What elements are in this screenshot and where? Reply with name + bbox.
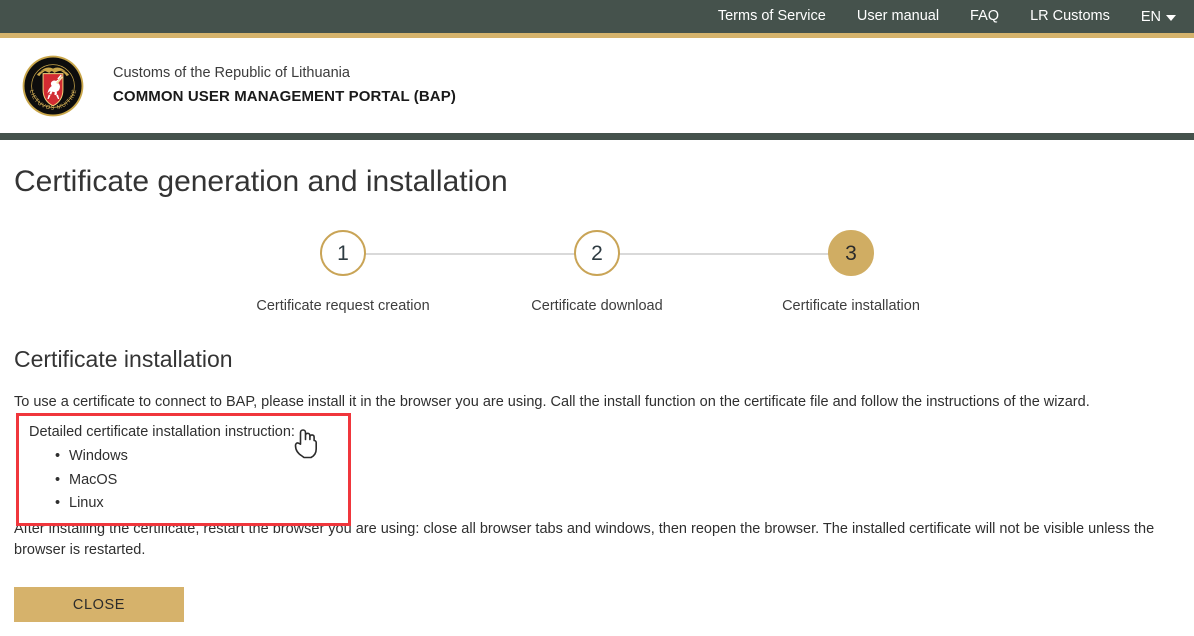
- stepper-label-2: Certificate download: [531, 298, 663, 314]
- header-bottom-rule: [0, 133, 1194, 140]
- section-heading: Certificate installation: [14, 346, 233, 372]
- main-content: Certificate generation and installation …: [0, 164, 1194, 623]
- instruction-box-wrapper: Detailed certificate installation instru…: [14, 413, 1180, 527]
- faq-link[interactable]: FAQ: [970, 9, 999, 24]
- stepper-step-1[interactable]: 1 Certificate request creation: [216, 230, 597, 314]
- stepper-label-1: Certificate request creation: [256, 298, 430, 314]
- instruction-intro: Detailed certificate installation instru…: [29, 424, 295, 441]
- user-manual-link[interactable]: User manual: [857, 9, 939, 24]
- lithuanian-customs-emblem-icon: LIETUVOS MUITINĖ: [22, 55, 84, 117]
- stepper-circle-3: 3: [828, 230, 874, 276]
- list-item[interactable]: MacOS: [55, 469, 338, 493]
- chevron-down-icon: [1166, 14, 1176, 21]
- list-item[interactable]: Linux: [55, 492, 338, 516]
- close-button[interactable]: CLOSE: [14, 587, 184, 623]
- instruction-list: Windows MacOS Linux: [29, 445, 338, 516]
- stepper-connector-2: [597, 253, 851, 255]
- stepper-connector-1: [343, 253, 597, 255]
- progress-stepper: 1 Certificate request creation 2 Certifi…: [14, 230, 1180, 314]
- list-item[interactable]: Windows: [55, 445, 338, 469]
- stepper-circle-2: 2: [574, 230, 620, 276]
- language-selector-label: EN: [1140, 8, 1161, 25]
- top-utility-bar: Terms of Service User manual FAQ LR Cust…: [0, 0, 1194, 33]
- stepper-label-3: Certificate installation: [782, 298, 920, 314]
- terms-of-service-link[interactable]: Terms of Service: [718, 9, 826, 24]
- stepper-circle-1: 1: [320, 230, 366, 276]
- brand-header: LIETUVOS MUITINĖ Customs of the Republic…: [0, 38, 1194, 133]
- lr-customs-link[interactable]: LR Customs: [1030, 9, 1110, 24]
- brand-text-block: Customs of the Republic of Lithuania COM…: [113, 64, 456, 107]
- stepper-step-2[interactable]: 2 Certificate download: [470, 230, 851, 314]
- page-title: Certificate generation and installation: [14, 165, 508, 198]
- stepper-step-3[interactable]: 3 Certificate installation: [724, 230, 978, 314]
- section-intro-text: To use a certificate to connect to BAP, …: [14, 394, 1090, 410]
- language-selector[interactable]: EN: [1141, 9, 1176, 25]
- organization-name: Customs of the Republic of Lithuania: [113, 65, 350, 82]
- instruction-highlight-box: Detailed certificate installation instru…: [16, 413, 351, 527]
- portal-name: COMMON USER MANAGEMENT PORTAL (BAP): [113, 87, 456, 105]
